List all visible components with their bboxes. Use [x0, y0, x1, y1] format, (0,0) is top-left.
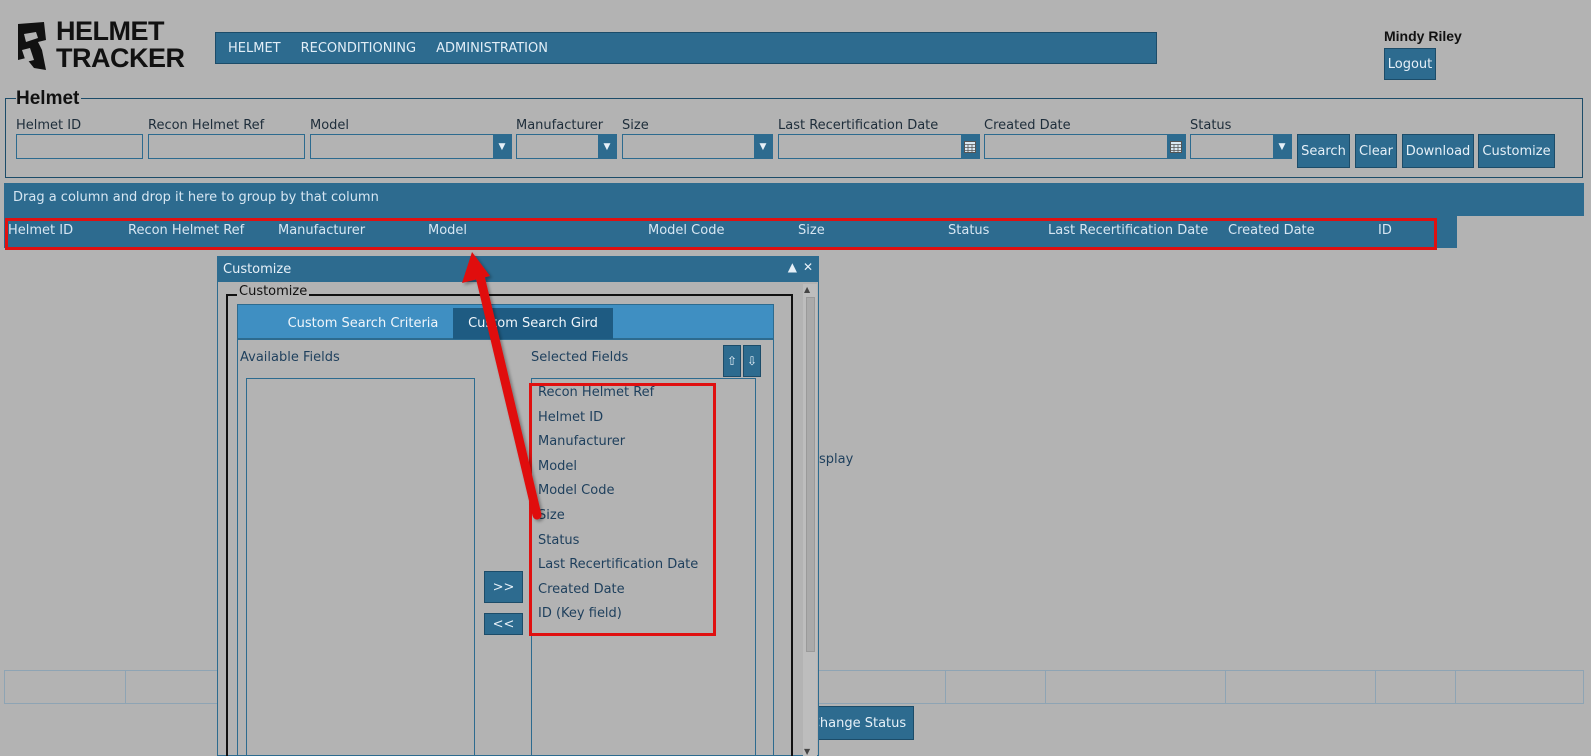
- add-field-button[interactable]: >>: [484, 571, 523, 603]
- model-dropdown[interactable]: ▼: [310, 134, 512, 159]
- group-by-drop-zone[interactable]: Drag a column and drop it here to group …: [4, 183, 1584, 216]
- nav-helmet[interactable]: HELMET: [228, 41, 281, 56]
- dialog-title: Customize: [223, 262, 292, 277]
- scroll-up-icon[interactable]: ▲: [804, 285, 810, 294]
- created-date-label: Created Date: [984, 118, 1071, 133]
- model-label: Model: [310, 118, 350, 133]
- chevron-down-icon[interactable]: ▼: [598, 135, 616, 158]
- customize-tabs: Custom Search Criteria Custom Search Gir…: [237, 304, 774, 339]
- logo-line-2: TRACKER: [56, 43, 185, 73]
- tab-custom-search-criteria[interactable]: Custom Search Criteria: [258, 308, 468, 339]
- chevron-down-icon[interactable]: ▼: [493, 135, 511, 158]
- collapse-icon[interactable]: ▲: [788, 260, 797, 274]
- main-nav: HELMET RECONDITIONING ADMINISTRATION: [215, 32, 1157, 64]
- move-down-button[interactable]: ⇩: [743, 345, 761, 377]
- remove-field-button[interactable]: <<: [484, 613, 523, 635]
- status-label: Status: [1190, 118, 1232, 133]
- logout-button[interactable]: Logout: [1384, 48, 1436, 80]
- page-title: Helmet: [16, 88, 82, 110]
- recon-helmet-ref-label: Recon Helmet Ref: [148, 118, 265, 133]
- recon-helmet-ref-input[interactable]: [148, 134, 305, 159]
- customize-legend: Customize: [237, 284, 310, 299]
- annotation-highlight-selected-fields: [529, 383, 716, 636]
- helmet-logo-icon: [18, 22, 46, 70]
- created-date-input[interactable]: [984, 134, 1186, 159]
- move-up-button[interactable]: ⇧: [723, 345, 741, 377]
- nav-reconditioning[interactable]: RECONDITIONING: [301, 41, 417, 56]
- tab-custom-search-grid[interactable]: Custom Search Gird: [453, 308, 613, 339]
- helmet-id-label: Helmet ID: [16, 118, 82, 133]
- scrollbar-thumb[interactable]: [806, 297, 815, 652]
- last-recertification-date-label: Last Recertification Date: [778, 118, 939, 133]
- scroll-down-icon[interactable]: ▼: [804, 747, 810, 756]
- customize-button[interactable]: Customize: [1478, 134, 1555, 168]
- clear-button[interactable]: Clear: [1355, 134, 1397, 168]
- calendar-icon[interactable]: [961, 135, 979, 158]
- search-button[interactable]: Search: [1297, 134, 1350, 168]
- manufacturer-label: Manufacturer: [516, 118, 604, 133]
- manufacturer-dropdown[interactable]: ▼: [516, 134, 617, 159]
- size-label: Size: [622, 118, 649, 133]
- download-button[interactable]: Download: [1402, 134, 1474, 168]
- annotation-highlight-columns: [5, 218, 1437, 250]
- user-name: Mindy Riley: [1384, 28, 1462, 44]
- selected-fields-label: Selected Fields: [531, 350, 629, 365]
- dialog-titlebar[interactable]: Customize ▲ ✕: [218, 257, 818, 282]
- available-fields-list[interactable]: [246, 378, 475, 756]
- logo-line-1: HELMET: [56, 16, 164, 46]
- grid-empty-message: splay: [819, 452, 854, 467]
- helmet-tracker-logo: HELMET TRACKER: [16, 18, 196, 74]
- customize-dialog: Customize ▲ ✕ ▲ ▼ Customize Custom Searc…: [217, 256, 819, 756]
- calendar-icon[interactable]: [1167, 135, 1185, 158]
- close-icon[interactable]: ✕: [803, 260, 813, 274]
- helmet-id-input[interactable]: [16, 134, 143, 159]
- change-status-button[interactable]: Change Status: [803, 706, 914, 740]
- size-dropdown[interactable]: ▼: [622, 134, 773, 159]
- chevron-down-icon[interactable]: ▼: [1273, 135, 1291, 158]
- chevron-down-icon[interactable]: ▼: [754, 135, 772, 158]
- last-recertification-date-input[interactable]: [778, 134, 980, 159]
- status-dropdown[interactable]: ▼: [1190, 134, 1292, 159]
- available-fields-label: Available Fields: [240, 350, 340, 365]
- nav-administration[interactable]: ADMINISTRATION: [436, 41, 548, 56]
